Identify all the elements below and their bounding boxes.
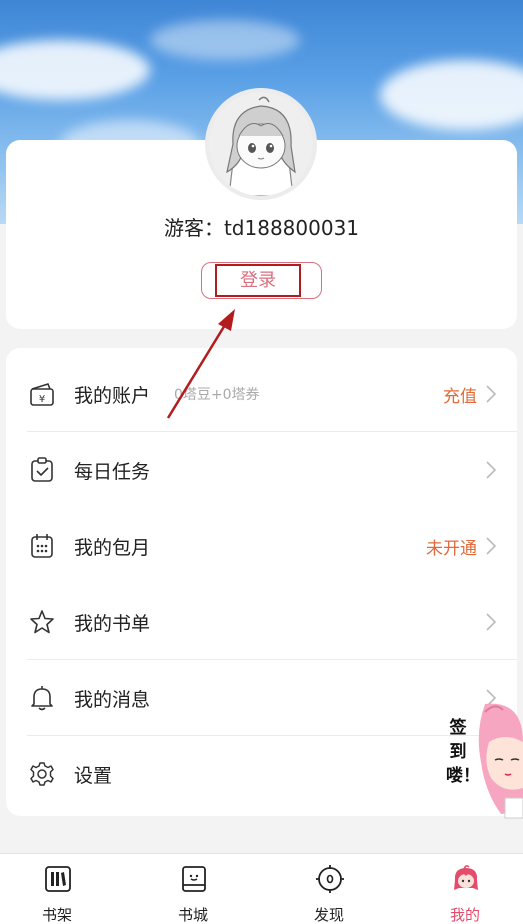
menu-item-label: 我的消息 xyxy=(74,688,151,711)
tab-mine[interactable]: 我的 xyxy=(415,854,515,924)
bell-icon xyxy=(31,686,53,711)
menu-item-label: 我的账户 xyxy=(74,384,151,407)
menu-item-settings[interactable]: 设置 xyxy=(6,736,517,812)
calendar-icon xyxy=(31,534,53,558)
chevron-right-icon xyxy=(486,461,497,479)
balance-text: 0塔豆+0塔券 xyxy=(174,387,260,403)
menu-item-monthly[interactable]: 我的包月 未开通 xyxy=(6,508,517,584)
tab-label: 我的 xyxy=(449,906,480,924)
tab-book-store[interactable]: 书城 xyxy=(143,854,243,924)
menu-item-booklist[interactable]: 我的书单 xyxy=(6,584,517,660)
star-icon xyxy=(30,610,54,634)
monthly-status: 未开通 xyxy=(426,538,477,559)
tab-label: 发现 xyxy=(313,906,344,924)
menu-item-label: 每日任务 xyxy=(74,460,151,483)
avatar-image xyxy=(209,92,313,196)
bottom-tab-bar: 书架 书城 发现 我的 xyxy=(0,853,523,924)
gear-icon xyxy=(30,762,54,786)
username: 游客：td188800031 xyxy=(163,216,360,240)
wallet-icon: ¥ xyxy=(30,383,54,406)
menu-item-label: 我的包月 xyxy=(74,536,151,559)
compass-icon xyxy=(316,865,344,893)
menu-item-messages[interactable]: 我的消息 xyxy=(6,660,517,736)
login-button[interactable]: 登录 xyxy=(215,264,301,297)
clipboard-check-icon xyxy=(31,457,53,482)
tab-label: 书城 xyxy=(177,906,208,924)
menu-item-daily-tasks[interactable]: 每日任务 xyxy=(6,432,517,508)
svg-text:¥: ¥ xyxy=(39,394,45,405)
tab-label: 书架 xyxy=(41,906,72,924)
bookshelf-icon xyxy=(45,866,71,892)
sign-in-text[interactable]: 签到喽！ xyxy=(446,716,480,788)
avatar[interactable] xyxy=(205,88,317,200)
menu-item-account[interactable]: ¥ 我的账户 0塔豆+0塔券 充值 xyxy=(6,356,517,432)
menu-item-label: 我的书单 xyxy=(74,612,151,635)
chevron-right-icon xyxy=(486,613,497,631)
chevron-right-icon xyxy=(486,537,497,555)
chevron-right-icon xyxy=(486,385,497,403)
recharge-link[interactable]: 充值 xyxy=(443,382,477,407)
tab-bookshelf[interactable]: 书架 xyxy=(7,854,107,924)
profile-mascot-icon xyxy=(454,865,478,890)
book-store-icon xyxy=(182,866,206,892)
tab-discover[interactable]: 发现 xyxy=(279,854,379,924)
menu-item-label: 设置 xyxy=(74,764,113,787)
